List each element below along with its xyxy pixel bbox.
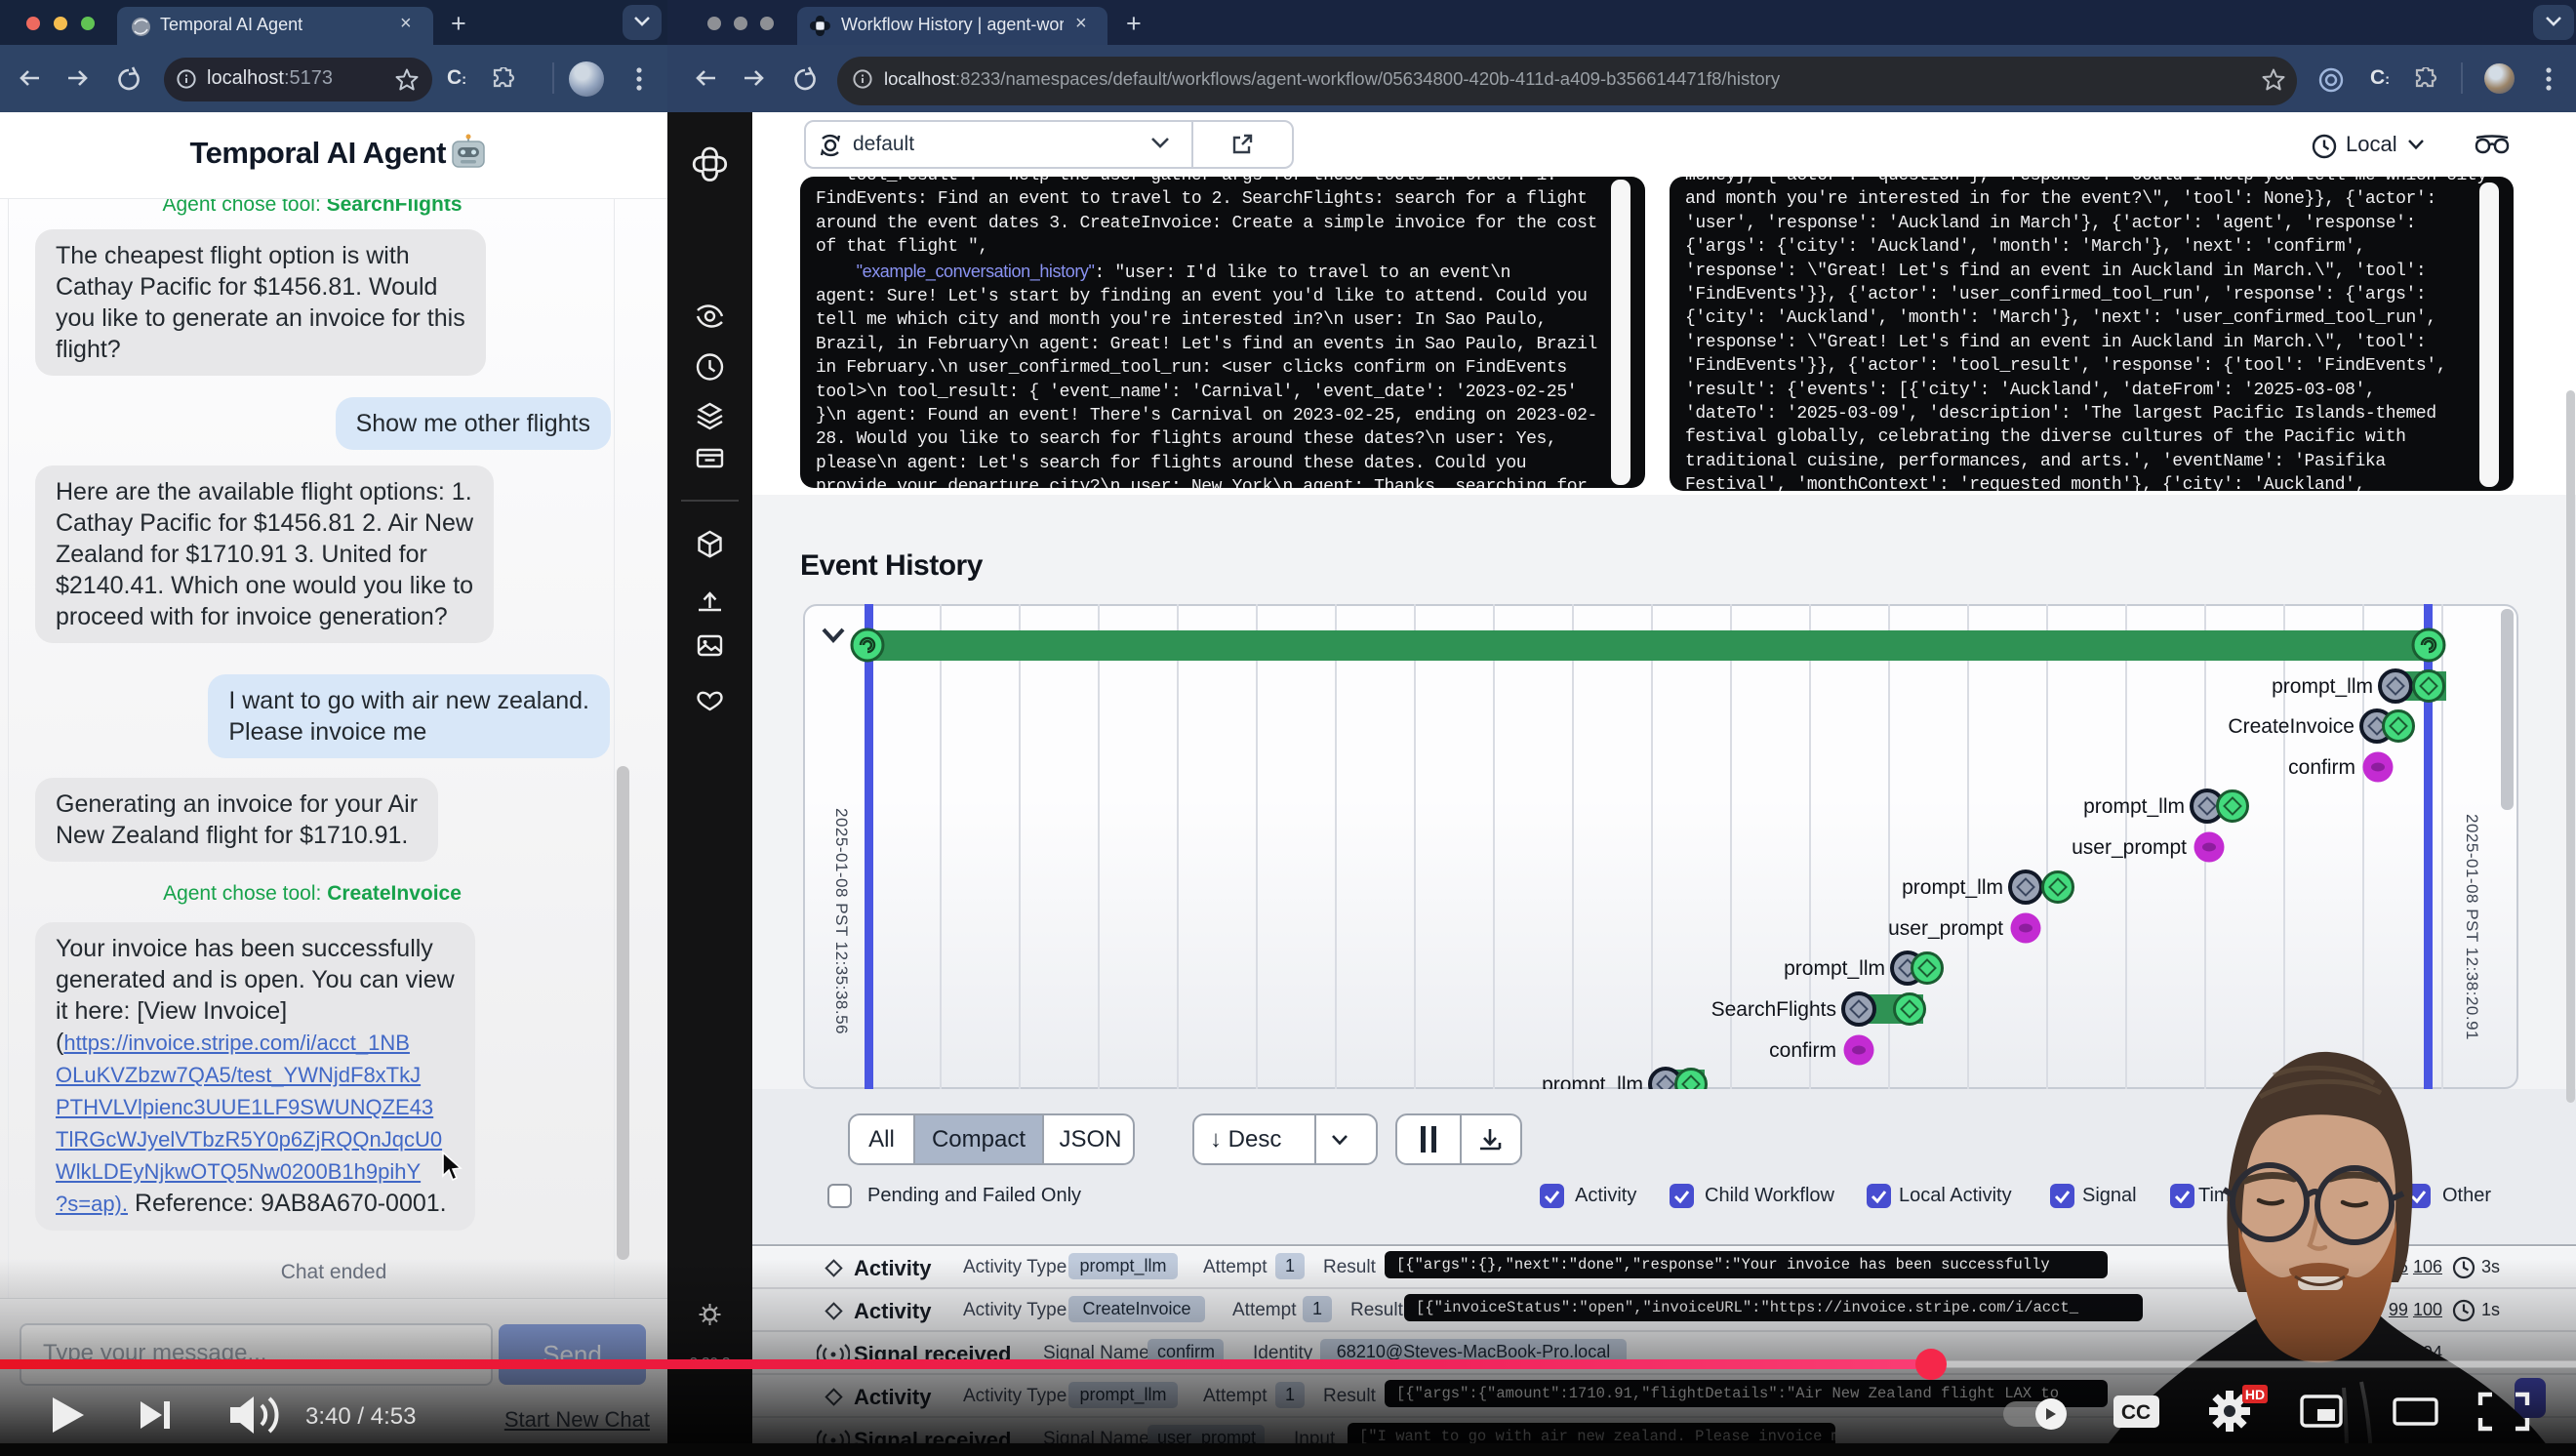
svg-text:HD: HD	[2245, 1387, 2265, 1402]
svg-text:2025-01-08 PST 12:38:20.91: 2025-01-08 PST 12:38:20.91	[2463, 814, 2481, 1040]
svg-text:confirm: confirm	[2288, 756, 2355, 779]
svg-text:prompt_llm: prompt_llm	[2083, 795, 2185, 818]
svg-text:user_prompt: user_prompt	[1888, 917, 2003, 940]
svg-text:prompt_llm: prompt_llm	[1902, 876, 2003, 899]
svg-text:CC: CC	[2121, 1401, 2151, 1424]
svg-text:2025-01-08 PST 12:35:38.56: 2025-01-08 PST 12:35:38.56	[832, 808, 851, 1034]
svg-text:SearchFlights: SearchFlights	[1711, 998, 1836, 1021]
svg-text:3:40 / 4:53: 3:40 / 4:53	[305, 1403, 416, 1430]
svg-text:user_prompt: user_prompt	[2072, 836, 2187, 859]
svg-text:confirm: confirm	[1769, 1039, 1836, 1062]
svg-text:prompt_llm: prompt_llm	[1784, 957, 1885, 980]
svg-text:prompt_llm: prompt_llm	[1542, 1073, 1643, 1089]
svg-text:CreateInvoice: CreateInvoice	[2228, 715, 2355, 738]
svg-text:prompt_llm: prompt_llm	[2272, 675, 2373, 698]
